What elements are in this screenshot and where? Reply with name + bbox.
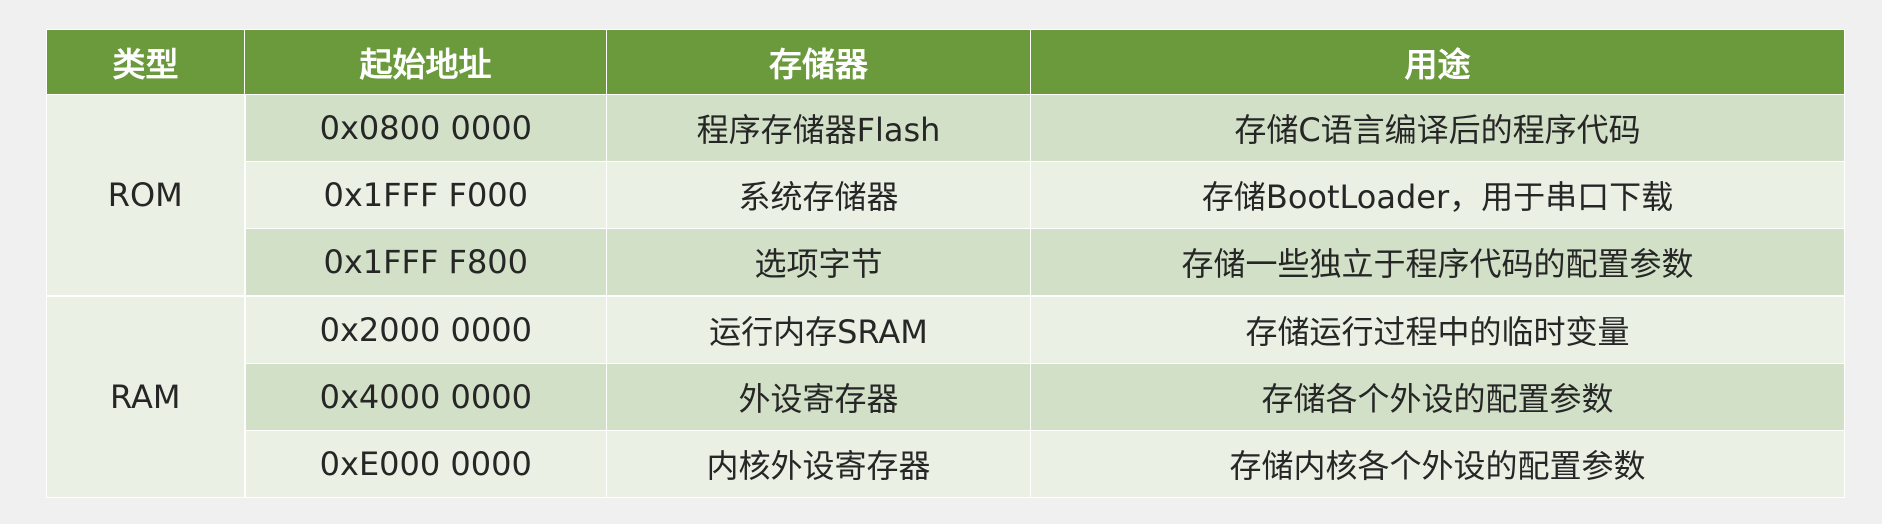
address-cell: 0xE000 0000 [244, 430, 607, 498]
address-cell: 0x4000 0000 [244, 363, 607, 431]
table-row: ROM 0x0800 0000 程序存储器Flash 存储C语言编译后的程序代码 [46, 94, 1845, 297]
header-row: 类型 起始地址 存储器 用途 [46, 29, 1845, 95]
usage-cell: 存储BootLoader，用于串口下载 [1030, 161, 1845, 229]
table-row: 0xE000 0000 内核外设寄存器 存储内核各个外设的配置参数 [47, 430, 1845, 498]
usage-cell: 存储内核各个外设的配置参数 [1030, 430, 1845, 498]
header-usage: 用途 [1030, 29, 1845, 95]
address-cell: 0x2000 0000 [244, 295, 607, 364]
usage-cell: 存储运行过程中的临时变量 [1030, 295, 1845, 364]
header-start-address: 起始地址 [244, 29, 607, 95]
memory-cell: 运行内存SRAM [606, 295, 1031, 364]
table-row: 0x1FFF F800 选项字节 存储一些独立于程序代码的配置参数 [47, 228, 1845, 297]
address-cell: 0x0800 0000 [244, 94, 607, 162]
table-row: RAM 0x2000 0000 运行内存SRAM 存储运行过程中的临时变量 [46, 295, 1845, 498]
table-row: 0x1FFF F000 系统存储器 存储BootLoader，用于串口下载 [47, 161, 1845, 229]
type-cell-rom: ROM [46, 94, 246, 297]
memory-cell: 程序存储器Flash [606, 94, 1031, 162]
address-cell: 0x1FFF F800 [244, 228, 607, 297]
usage-cell: 存储各个外设的配置参数 [1030, 363, 1845, 431]
type-cell-ram: RAM [46, 295, 246, 498]
header-memory: 存储器 [606, 29, 1031, 95]
header-type: 类型 [46, 29, 245, 95]
memory-cell: 系统存储器 [606, 161, 1031, 229]
usage-cell: 存储一些独立于程序代码的配置参数 [1030, 228, 1845, 297]
address-cell: 0x1FFF F000 [244, 161, 607, 229]
memory-map-table: 类型 起始地址 存储器 用途 ROM 0x0800 0000 程序存储器Flas… [46, 29, 1845, 498]
usage-cell: 存储C语言编译后的程序代码 [1030, 94, 1845, 162]
memory-cell: 外设寄存器 [606, 363, 1031, 431]
memory-cell: 选项字节 [606, 228, 1031, 297]
memory-cell: 内核外设寄存器 [606, 430, 1031, 498]
table-row: 0x4000 0000 外设寄存器 存储各个外设的配置参数 [47, 363, 1845, 431]
